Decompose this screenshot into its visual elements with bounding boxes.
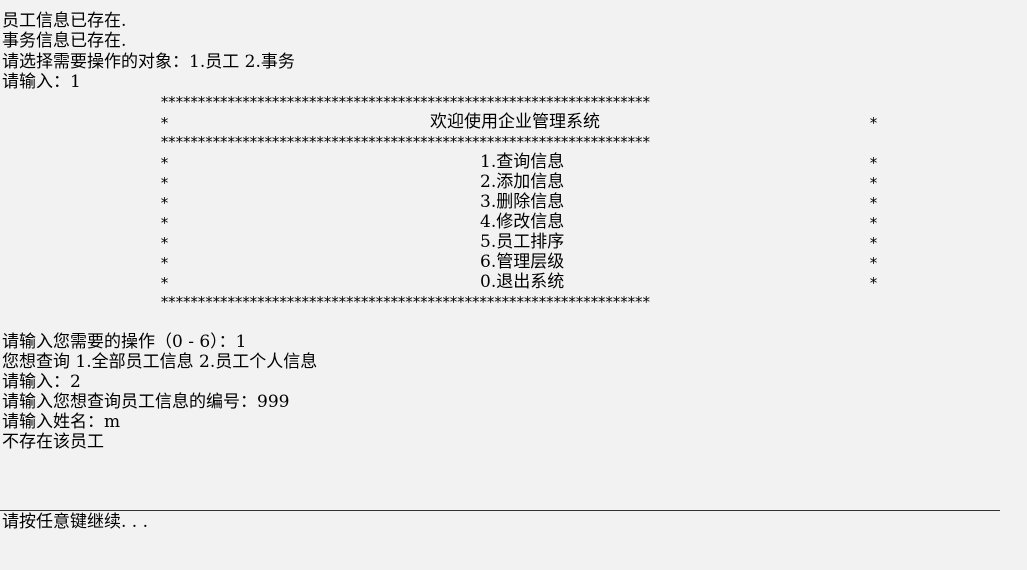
menu-edge-left: * [160, 254, 170, 272]
menu-edge-left: * [160, 114, 170, 132]
menu-border-stars: ****************************************… [160, 133, 651, 151]
menu-item-query: 1.查询信息 [480, 152, 565, 172]
menu-edge-left: * [160, 214, 170, 232]
output-line: 请输入姓名：m [2, 412, 121, 432]
menu-edge-left: * [160, 274, 170, 292]
menu-item-row: * 3.删除信息 * [160, 192, 882, 212]
menu-title: 欢迎使用企业管理系统 [430, 112, 600, 132]
output-line: 您想查询 1.全部员工信息 2.员工个人信息 [2, 352, 318, 372]
menu-edge-left: * [160, 174, 170, 192]
menu-item-row: * 0.退出系统 * [160, 272, 882, 292]
menu-edge-left: * [160, 234, 170, 252]
console-window[interactable]: 员工信息已存在. 事务信息已存在. 请选择需要操作的对象：1.员工 2.事务 请… [0, 0, 1027, 570]
output-line: 不存在该员工 [2, 432, 104, 452]
menu-title-row: * 欢迎使用企业管理系统 * [160, 112, 882, 132]
menu-border-stars: ****************************************… [160, 293, 651, 311]
menu-item-sort: 5.员工排序 [480, 232, 565, 252]
output-line: 请输入：1 [2, 72, 81, 92]
menu-item-row: * 2.添加信息 * [160, 172, 882, 192]
menu-item-levels: 6.管理层级 [480, 252, 565, 272]
menu-edge-right: * [869, 194, 879, 212]
menu-item-exit: 0.退出系统 [480, 272, 565, 292]
output-line: 请输入您想查询员工信息的编号：999 [2, 392, 290, 412]
menu-border-middle: ****************************************… [160, 132, 882, 152]
menu-edge-right: * [869, 234, 879, 252]
menu-edge-left: * [160, 154, 170, 172]
menu-border-bottom: ****************************************… [160, 292, 882, 312]
output-line: 事务信息已存在. [2, 31, 127, 51]
output-line: 员工信息已存在. [2, 11, 127, 31]
menu-edge-right: * [869, 174, 879, 192]
menu-edge-left: * [160, 194, 170, 212]
menu-item-row: * 6.管理层级 * [160, 252, 882, 272]
menu-edge-right: * [869, 274, 879, 292]
menu-item-row: * 4.修改信息 * [160, 212, 882, 232]
divider [0, 510, 1000, 511]
output-line: 请输入您需要的操作（0 - 6）：1 [2, 332, 247, 352]
menu-edge-right: * [869, 254, 879, 272]
menu-edge-right: * [869, 214, 879, 232]
menu-item-modify: 4.修改信息 [480, 212, 565, 232]
output-line: 请选择需要操作的对象：1.员工 2.事务 [2, 52, 295, 72]
menu-border-top: ****************************************… [160, 92, 882, 112]
menu-item-row: * 5.员工排序 * [160, 232, 882, 252]
output-line: 请输入：2 [2, 372, 81, 392]
menu-item-row: * 1.查询信息 * [160, 152, 882, 172]
menu-edge-right: * [869, 114, 879, 132]
menu-edge-right: * [869, 154, 879, 172]
menu-item-delete: 3.删除信息 [480, 192, 565, 212]
continue-prompt: 请按任意键继续. . . [2, 512, 149, 532]
menu-item-add: 2.添加信息 [480, 172, 565, 192]
menu-border-stars: ****************************************… [160, 93, 651, 111]
